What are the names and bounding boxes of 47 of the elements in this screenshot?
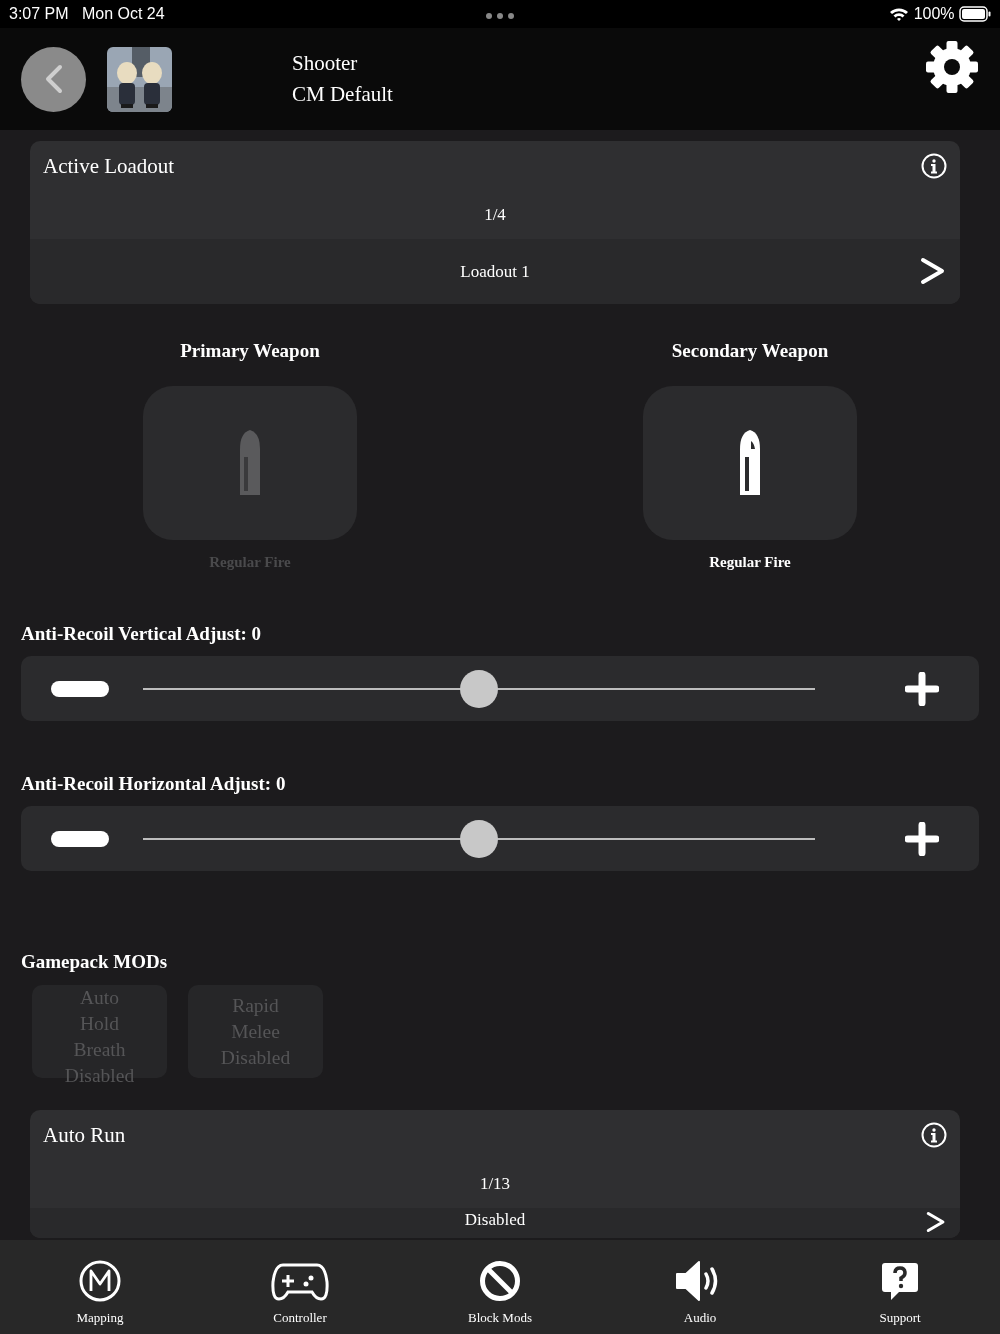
slider-track[interactable]: [143, 819, 815, 858]
settings-icon[interactable]: [925, 40, 979, 94]
chevron-right-icon[interactable]: [920, 257, 946, 285]
gamepad-icon: [271, 1262, 329, 1302]
tab-button[interactable]: Mapping: [20, 1240, 180, 1326]
status-time: 3:07 PM: [9, 5, 69, 23]
tab-button[interactable]: Controller: [220, 1240, 380, 1326]
slider-track[interactable]: [143, 669, 815, 708]
tab-button[interactable]: Block Mods: [420, 1240, 580, 1326]
slider-label: Anti-Recoil Horizontal Adjust: 0: [21, 773, 287, 796]
card-title: Active Loadout: [43, 153, 175, 179]
profile-title: Shooter: [292, 51, 359, 76]
option-counter: 1/13: [479, 1174, 511, 1194]
weapon-slot[interactable]: [643, 386, 857, 540]
slider-thumb[interactable]: [460, 669, 498, 708]
option-value: Disabled: [464, 1210, 526, 1230]
card-title: Auto Run: [43, 1122, 126, 1148]
option-value: Loadout 1: [460, 261, 530, 282]
battery-percent: 100%: [913, 5, 955, 23]
slider-thumb[interactable]: [460, 819, 498, 858]
minus-button[interactable]: [51, 680, 109, 697]
weapon-fire-mode: Regular Fire: [709, 554, 791, 571]
status-date: Mon Oct 24: [81, 5, 165, 23]
more-dots-icon[interactable]: [486, 13, 514, 19]
plus-button[interactable]: [905, 821, 939, 856]
option-counter: 1/4: [484, 205, 506, 225]
help-bubble-icon: [881, 1262, 919, 1302]
minus-button[interactable]: [51, 830, 109, 847]
bullet-icon: [237, 429, 263, 497]
tab-button[interactable]: Support: [820, 1240, 980, 1326]
chevron-right-icon[interactable]: [926, 1211, 946, 1233]
weapon-heading: Primary Weapon: [180, 340, 320, 363]
block-icon: [479, 1260, 521, 1302]
plus-button[interactable]: [905, 671, 939, 706]
info-icon[interactable]: [921, 1122, 947, 1148]
weapon-heading: Secondary Weapon: [671, 340, 829, 363]
mapping-icon: [79, 1260, 121, 1302]
slider-label: Anti-Recoil Vertical Adjust: 0: [21, 623, 263, 646]
tab-button[interactable]: Audio: [620, 1240, 780, 1326]
profile-subtitle: CM Default: [292, 82, 393, 107]
info-icon[interactable]: [921, 153, 947, 179]
wifi-icon: [889, 6, 910, 22]
bullet-icon: [737, 429, 763, 497]
section-heading: Gamepack MODs: [21, 951, 169, 974]
option-selector[interactable]: Loadout 1: [30, 239, 960, 304]
option-selector[interactable]: Disabled: [30, 1208, 960, 1238]
battery-icon: [959, 6, 991, 22]
